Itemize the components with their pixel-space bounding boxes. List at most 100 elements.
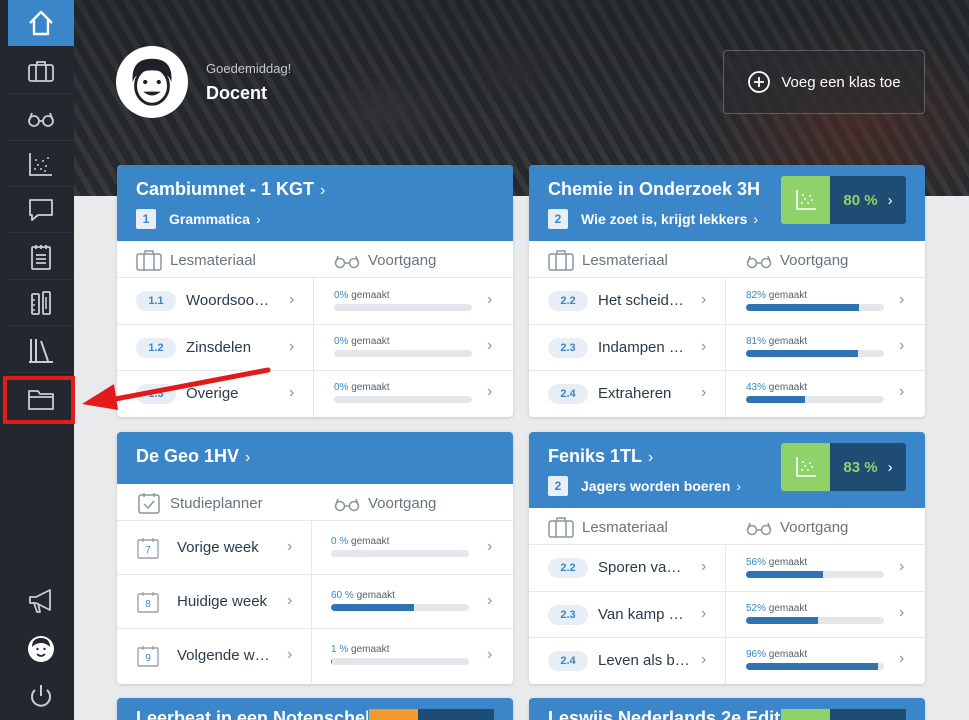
chevron-right-icon[interactable]: ›	[899, 558, 904, 576]
add-class-label: Voeg een klas toe	[781, 73, 901, 91]
col-lesmateriaal: Lesmateriaal	[582, 251, 668, 269]
score-badge-icon-segment[interactable]	[781, 709, 830, 720]
card-title[interactable]: Leerbeat in een Notenschelp	[136, 708, 368, 720]
chevron-right-icon[interactable]: ›	[899, 291, 904, 309]
lesson-row[interactable]: 2.2 Het scheid… › 82% gemaakt ›	[529, 278, 925, 325]
briefcase-icon	[136, 250, 162, 271]
user-name: Docent	[206, 83, 268, 103]
progress-bar	[746, 663, 884, 670]
progress-bar	[331, 604, 469, 611]
chevron-right-icon: ›	[701, 338, 707, 355]
week-row[interactable]: 8 Huidige week › 60 % gemaakt ›	[117, 575, 513, 629]
score-badge-value-segment[interactable]	[830, 709, 906, 720]
calendar-day: 8	[145, 599, 151, 610]
lesson-row[interactable]: 2.2 Sporen va… › 56% gemaakt ›	[529, 545, 925, 592]
chapter-title[interactable]: Grammatica	[169, 211, 250, 227]
lesson-row[interactable]: 1.1 Woordsoo… › 0% gemaakt ›	[117, 278, 513, 325]
week-row[interactable]: 7 Vorige week › 0 % gemaakt ›	[117, 521, 513, 575]
card-header[interactable]: De Geo 1HV ›	[117, 432, 513, 484]
progress-percent: 82%	[746, 290, 767, 301]
score-badge-value-segment[interactable]	[418, 709, 494, 720]
chevron-right-icon: ›	[648, 449, 654, 466]
col-studieplanner: Studieplanner	[170, 494, 263, 512]
sidebar-item-bibliotheek[interactable]	[8, 327, 74, 373]
user-avatar[interactable]	[116, 46, 188, 118]
chevron-right-icon[interactable]: ›	[487, 291, 492, 309]
sidebar-item-voortgang[interactable]	[8, 95, 74, 141]
progress-label: gemaakt	[351, 382, 390, 393]
card-header[interactable]: Chemie in Onderzoek 3H 2 Wie zoet is, kri…	[529, 165, 925, 241]
week-name: Huidige week	[177, 593, 268, 610]
class-card-de-geo: De Geo 1HV › Studieplanner Voortgang 7 Vor…	[117, 432, 513, 684]
sidebar-item-announcements[interactable]	[8, 578, 74, 624]
lesson-row[interactable]: 2.3 Van kamp … › 52% gemaakt ›	[529, 592, 925, 638]
plus-circle-icon	[748, 71, 771, 93]
lesson-number: 1.1	[136, 291, 176, 311]
chevron-right-icon: ›	[255, 211, 261, 227]
card-title[interactable]: Cambiumnet - 1 KGT	[136, 179, 314, 199]
score-badge[interactable]: 80 % ›	[781, 176, 906, 224]
add-class-button[interactable]: Voeg een klas toe	[723, 50, 925, 114]
home-icon	[29, 10, 53, 36]
chevron-right-icon[interactable]: ›	[487, 538, 492, 556]
card-title[interactable]: De Geo 1HV	[136, 446, 239, 466]
progress-label: gemaakt	[351, 336, 390, 347]
chart-icon	[795, 457, 816, 477]
lesson-row[interactable]: 2.3 Indampen … › 81% gemaakt ›	[529, 325, 925, 371]
lesson-name: Zinsdelen	[186, 339, 252, 356]
progress-bar	[334, 350, 472, 357]
chevron-right-icon[interactable]: ›	[487, 592, 492, 610]
megaphone-icon	[29, 589, 51, 613]
chapter-title[interactable]: Jagers worden boeren	[581, 478, 730, 494]
chevron-right-icon[interactable]: ›	[899, 604, 904, 622]
chevron-right-icon: ›	[287, 592, 293, 609]
class-card-leswijs: Leswijs Nederlands 2e Editie	[529, 698, 925, 720]
sidebar-item-profile[interactable]	[8, 626, 74, 672]
col-voortgang: Voortgang	[368, 251, 437, 269]
chevron-right-icon[interactable]: ›	[487, 337, 492, 355]
chevron-right-icon[interactable]: ›	[899, 337, 904, 355]
col-lesmateriaal: Lesmateriaal	[582, 518, 668, 536]
sidebar-item-tools[interactable]	[8, 280, 74, 326]
progress-percent: 56%	[746, 557, 767, 568]
card-title[interactable]: Leswijs Nederlands 2e Editie	[548, 708, 780, 720]
lesson-row[interactable]: 2.4 Leven als b… › 96% gemaakt ›	[529, 638, 925, 684]
card-title[interactable]: Chemie in Onderzoek 3H	[548, 179, 760, 199]
sidebar-item-planner[interactable]	[8, 234, 74, 280]
col-lesmateriaal: Lesmateriaal	[170, 251, 256, 269]
chevron-right-icon[interactable]: ›	[899, 383, 904, 401]
progress-percent: 60 %	[331, 590, 354, 601]
lesson-row[interactable]: 2.4 Extraheren › 43% gemaakt ›	[529, 371, 925, 417]
sidebar-item-berichten[interactable]	[8, 187, 74, 233]
lesson-name: Extraheren	[598, 385, 672, 402]
card-header[interactable]: Cambiumnet - 1 KGT › 1 Grammatica ›	[117, 165, 513, 241]
sidebar-item-home[interactable]	[8, 0, 74, 46]
folder-highlight-box	[3, 376, 75, 424]
annotation-arrow-icon	[82, 367, 271, 410]
chevron-right-icon[interactable]: ›	[487, 383, 492, 401]
chapter-title[interactable]: Wie zoet is, krijgt lekkers	[581, 211, 747, 227]
glasses-icon	[746, 255, 772, 269]
card-header[interactable]: Feniks 1TL › 2 Jagers worden boeren › 83 % ›	[529, 432, 925, 508]
sidebar-item-lesmateriaal[interactable]	[8, 48, 74, 94]
notepad-icon	[31, 244, 51, 270]
score-badge[interactable]: 83 % ›	[781, 443, 906, 491]
glasses-icon	[746, 522, 772, 536]
card-header[interactable]: Leerbeat in een Notenschelp	[117, 698, 513, 720]
chevron-right-icon: ›	[753, 211, 759, 227]
chevron-right-icon[interactable]: ›	[487, 646, 492, 664]
lesson-number: 2.2	[548, 558, 588, 578]
class-card-leerbeat: Leerbeat in een Notenschelp	[117, 698, 513, 720]
card-header[interactable]: Leswijs Nederlands 2e Editie	[529, 698, 925, 720]
card-title[interactable]: Feniks 1TL	[548, 446, 642, 466]
chevron-right-icon[interactable]: ›	[899, 650, 904, 668]
sidebar-item-resultaten[interactable]	[8, 141, 74, 187]
lesson-number: 2.3	[548, 338, 588, 358]
progress-label: gemaakt	[351, 536, 390, 547]
briefcase-icon	[548, 250, 574, 271]
sidebar-item-logout[interactable]	[8, 673, 74, 719]
lesson-name: Sporen va…	[598, 559, 682, 576]
week-row[interactable]: 9 Volgende w… › 1 % gemaakt ›	[117, 629, 513, 683]
score-badge-icon-segment[interactable]	[369, 709, 418, 720]
score-value: 83 %	[843, 458, 878, 476]
